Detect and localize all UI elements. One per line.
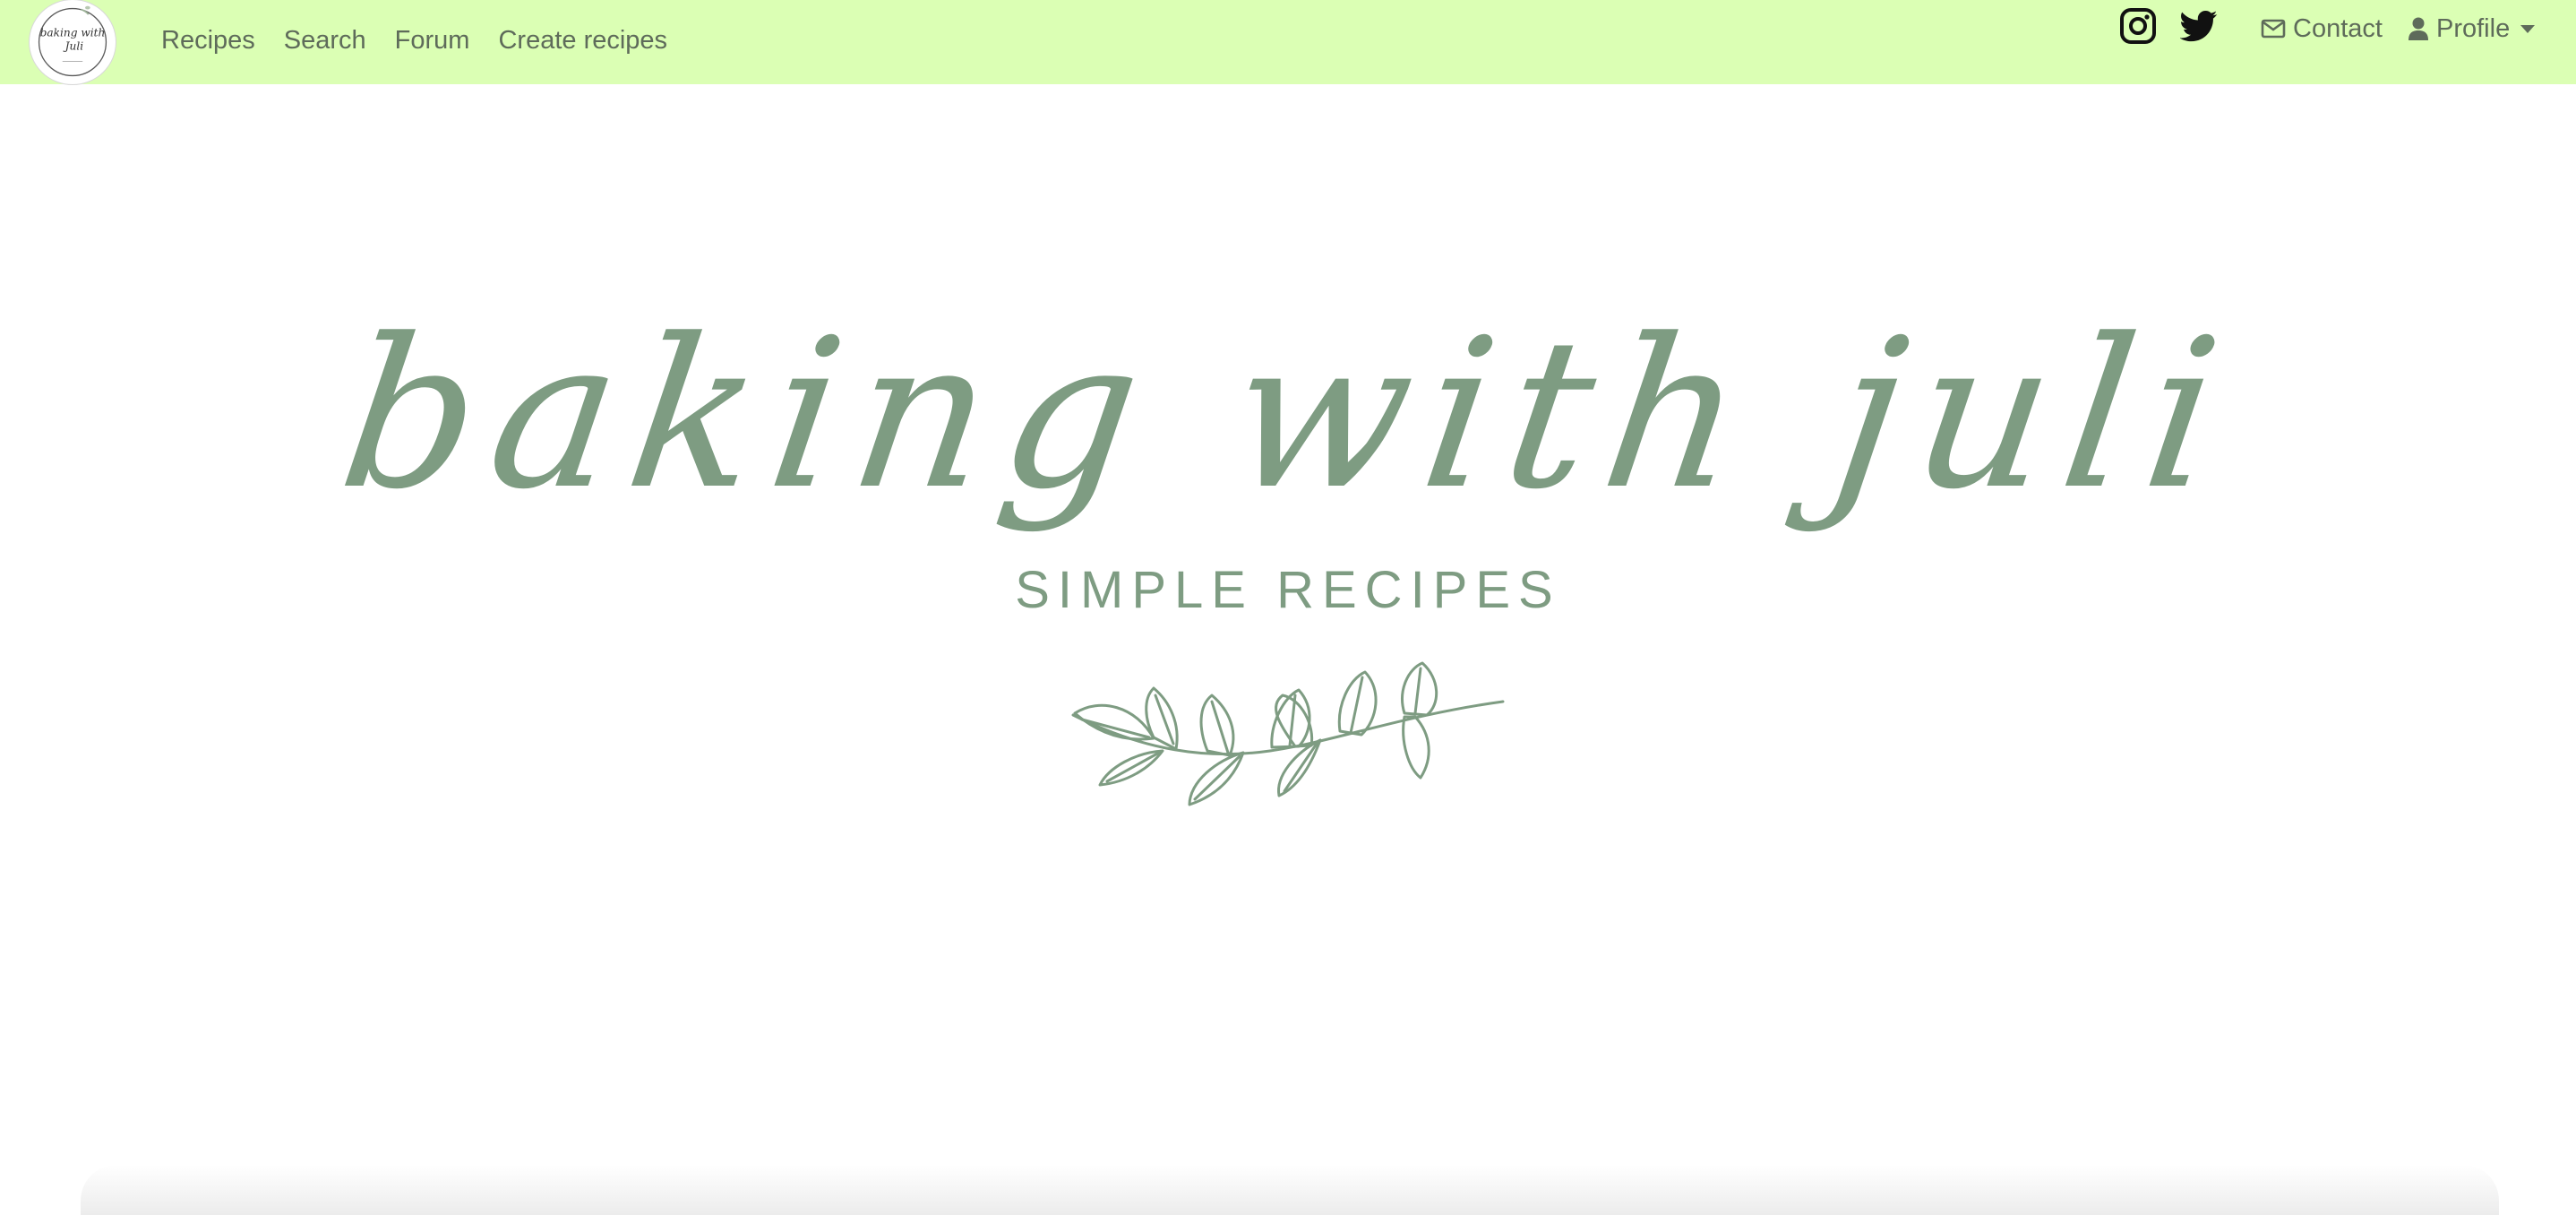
twitter-link[interactable] (2180, 7, 2218, 45)
logo-line-2: Juli (63, 39, 84, 52)
nav-link-recipes[interactable]: Recipes (161, 26, 255, 56)
nav-link-create-recipes[interactable]: Create recipes (498, 26, 667, 56)
content-card-top-edge (81, 1165, 2499, 1215)
contact-label: Contact (2293, 13, 2383, 43)
twitter-icon (2180, 11, 2218, 42)
nav-link-forum[interactable]: Forum (395, 26, 470, 56)
hero-banner: baking with juli SIMPLE RECIPES (0, 84, 2576, 1159)
hero-subtitle: SIMPLE RECIPES (1015, 561, 1561, 619)
profile-dropdown-toggle[interactable]: Profile (2408, 13, 2536, 44)
leaf-sprig-icon (1064, 652, 1512, 832)
caret-down-icon (2520, 24, 2536, 33)
logo-line-1: baking with (40, 26, 106, 39)
nav-link-search[interactable]: Search (284, 26, 366, 56)
top-navbar: baking with Juli Recipes Search Forum Cr… (0, 0, 2576, 84)
hero-script-title: baking with juli (329, 296, 2248, 535)
user-icon (2409, 17, 2428, 40)
brand-logo[interactable]: baking with Juli (30, 0, 116, 84)
contact-link[interactable]: Contact (2261, 13, 2383, 44)
profile-label: Profile (2436, 13, 2511, 43)
instagram-link[interactable] (2119, 7, 2157, 45)
baking-with-juli-logo-icon: baking with Juli (38, 5, 107, 77)
nav-links: Recipes Search Forum Create recipes (161, 0, 696, 81)
envelope-icon (2261, 19, 2286, 39)
instagram-icon (2120, 8, 2156, 44)
